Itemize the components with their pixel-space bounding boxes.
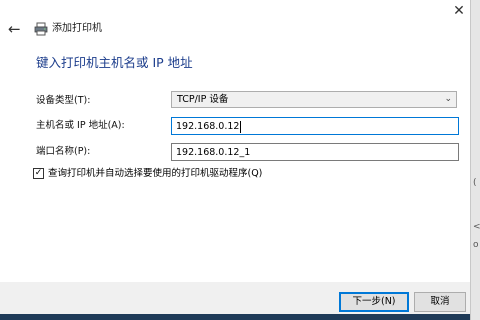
- host-label: 主机名或 IP 地址(A):: [36, 120, 125, 131]
- close-icon[interactable]: ✕: [448, 1, 470, 21]
- device-type-label: 设备类型(T):: [36, 95, 91, 106]
- host-input[interactable]: 192.168.0.12: [171, 117, 459, 135]
- add-printer-dialog: ← 添加打印机 ✕ 键入打印机主机名或 IP 地址 设备类型(T): TCP/I…: [0, 0, 470, 320]
- background-mark: o: [473, 240, 479, 250]
- query-printer-checkbox[interactable]: ✓: [33, 168, 44, 179]
- background-mark: (: [473, 178, 477, 188]
- page-heading: 键入打印机主机名或 IP 地址: [36, 55, 193, 70]
- device-type-value: TCP/IP 设备: [177, 94, 229, 105]
- back-arrow-icon[interactable]: ←: [8, 18, 24, 40]
- device-type-select[interactable]: TCP/IP 设备 ⌄: [171, 91, 457, 108]
- chevron-down-icon: ⌄: [444, 94, 452, 104]
- port-input-value: 192.168.0.12_1: [176, 147, 251, 158]
- host-input-value: 192.168.0.12: [176, 120, 242, 133]
- next-button[interactable]: 下一步(N): [339, 292, 409, 312]
- printer-icon: [34, 22, 48, 36]
- background-taskbar: [0, 314, 470, 320]
- background-mark: <: [473, 222, 480, 232]
- query-printer-checkbox-label[interactable]: 查询打印机并自动选择要使用的打印机驱动程序(Q): [48, 167, 262, 181]
- port-label: 端口名称(P):: [36, 146, 91, 157]
- port-input[interactable]: 192.168.0.12_1: [171, 143, 459, 161]
- window-title: 添加打印机: [52, 23, 102, 34]
- background-window-strip: ( < o: [470, 0, 480, 320]
- text-caret: [240, 120, 242, 133]
- cancel-button[interactable]: 取消: [414, 292, 466, 312]
- title-bar: ← 添加打印机 ✕: [0, 0, 470, 60]
